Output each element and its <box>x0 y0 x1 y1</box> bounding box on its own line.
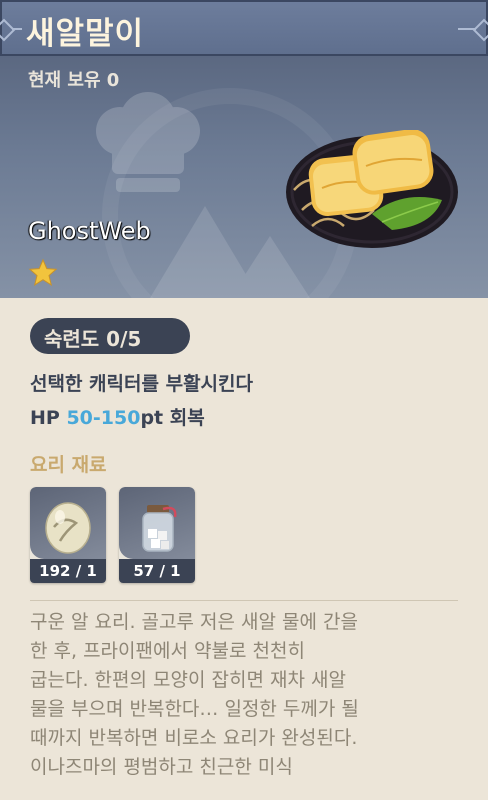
description-line: 구운 알 요리. 골고루 저은 새알 물에 간을 <box>30 611 358 633</box>
materials-title: 요리 재료 <box>30 454 107 476</box>
header-ornament-line-left <box>12 28 22 30</box>
material-slot-egg[interactable]: 192 / 1 <box>30 487 106 583</box>
description-line: 한 후, 프라이팬에서 약불로 천천히 <box>30 640 305 662</box>
mastery-label: 숙련도 0/5 <box>44 327 142 351</box>
material-count: 57 / 1 <box>119 559 195 583</box>
header-ornament-left-icon <box>0 18 16 42</box>
rarity-star-icon <box>28 258 58 286</box>
owned-count: 현재 보유 0 <box>28 70 120 91</box>
description-line: 굽는다. 한편의 모양이 잡히면 재차 새알 <box>30 669 346 691</box>
bird-egg-icon <box>45 502 91 554</box>
hp-suffix: pt 회복 <box>140 407 205 429</box>
material-art <box>119 487 195 559</box>
mastery-badge: 숙련도 0/5 <box>30 318 190 354</box>
description-line: 이나즈마의 평범하고 친근한 미식 <box>30 756 293 778</box>
hp-value: 50-150 <box>66 407 141 429</box>
sugar-jar-icon <box>142 505 177 552</box>
header-ornament-right-icon <box>472 18 488 42</box>
hp-prefix: HP <box>30 407 67 429</box>
material-art <box>30 487 106 559</box>
effect-line-2: HP 50-150pt 회복 <box>30 403 205 430</box>
material-slot-sugar[interactable]: 57 / 1 <box>119 487 195 583</box>
effect-line-1: 선택한 캐릭터를 부활시킨다 <box>30 373 253 395</box>
rolled-omelette-dish-icon <box>286 130 458 248</box>
description-line: 때까지 반복하면 비로소 요리가 완성된다. <box>30 727 358 749</box>
item-title: 새알말이 <box>26 16 145 52</box>
description-line: 물을 부으며 반복한다… 일정한 두께가 될 <box>30 698 359 720</box>
watermark-text: GhostWeb <box>28 217 151 245</box>
section-divider <box>30 600 458 601</box>
item-header: 새알말이 <box>0 0 488 56</box>
food-item-panel: 새알말이 현재 보유 0 GhostWeb 숙련도 0/5 선택한 캐릭터를 부… <box>0 0 488 800</box>
item-description: 구운 알 요리. 골고루 저은 새알 물에 간을 한 후, 프라이팬에서 약불로… <box>30 608 466 782</box>
item-hero: 현재 보유 0 GhostWeb <box>0 56 488 298</box>
material-count: 192 / 1 <box>30 559 106 583</box>
